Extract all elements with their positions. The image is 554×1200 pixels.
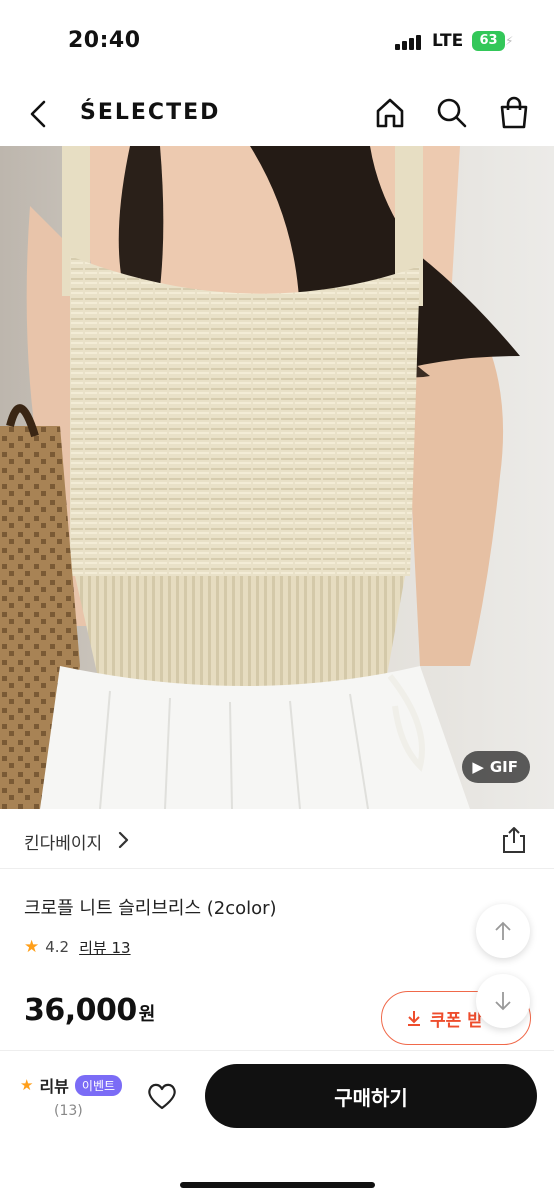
currency: 원 [138,1004,156,1025]
coupon-label: 쿠폰 받 [430,1010,483,1031]
product-photo [0,146,554,809]
gif-badge: ▶ GIF [462,751,530,783]
price-row: 36,000 원 [24,993,155,1028]
store-name[interactable]: 킨다베이지 [24,829,102,854]
price: 36,000 [24,993,137,1028]
star-icon: ★ [20,1076,34,1094]
signal-icon [395,34,423,50]
status-time: 20:40 [68,28,141,53]
home-icon [376,98,404,128]
bottom-action-bar: ★ 리뷰 이벤트 (13) 구매하기 [0,1050,554,1200]
app-header: ŚELECTED [0,80,554,146]
chevron-right-icon [116,831,130,849]
scroll-down-button[interactable] [476,974,530,1028]
status-bar: 20:40 LTE 63 ⚡ [0,0,554,80]
share-button[interactable] [500,825,528,855]
play-icon: ▶ [472,758,484,776]
scroll-up-button[interactable] [476,904,530,958]
arrow-down-icon [495,992,511,1011]
battery-level: 63 [472,31,505,51]
product-title: 크로플 니트 슬리브리스 (2color) [24,898,277,919]
gif-label: GIF [489,758,518,776]
review-tab[interactable]: ★ 리뷰 이벤트 (13) [20,1073,123,1119]
review-tab-label: 리뷰 [39,1077,69,1096]
heart-icon [148,1083,176,1110]
buy-button[interactable]: 구매하기 [205,1064,537,1128]
store-row[interactable]: 킨다베이지 [0,809,554,869]
brand-logo[interactable]: ŚELECTED [80,100,220,125]
battery-icon: 63 ⚡ [472,31,514,51]
shopping-bag-icon [500,96,528,129]
search-button[interactable] [435,96,469,130]
review-count: (13) [54,1103,83,1119]
back-button[interactable] [24,98,54,130]
rating-row: ★ 4.2 리뷰 13 [24,936,131,958]
network-label: LTE [432,31,464,51]
review-link[interactable]: 리뷰 13 [79,937,130,958]
search-icon [437,98,467,128]
home-indicator [180,1182,375,1188]
event-badge: 이벤트 [74,1074,123,1096]
product-image[interactable]: ▶ GIF [0,146,554,809]
home-button[interactable] [373,96,407,130]
back-icon [30,100,46,128]
share-icon [503,827,525,853]
rating-value: 4.2 [45,938,70,956]
charging-icon: ⚡ [505,34,514,48]
download-icon [408,1011,420,1026]
arrow-up-icon [495,921,511,940]
cart-button[interactable] [497,96,531,130]
star-icon: ★ [24,937,40,957]
wishlist-button[interactable] [146,1081,178,1111]
